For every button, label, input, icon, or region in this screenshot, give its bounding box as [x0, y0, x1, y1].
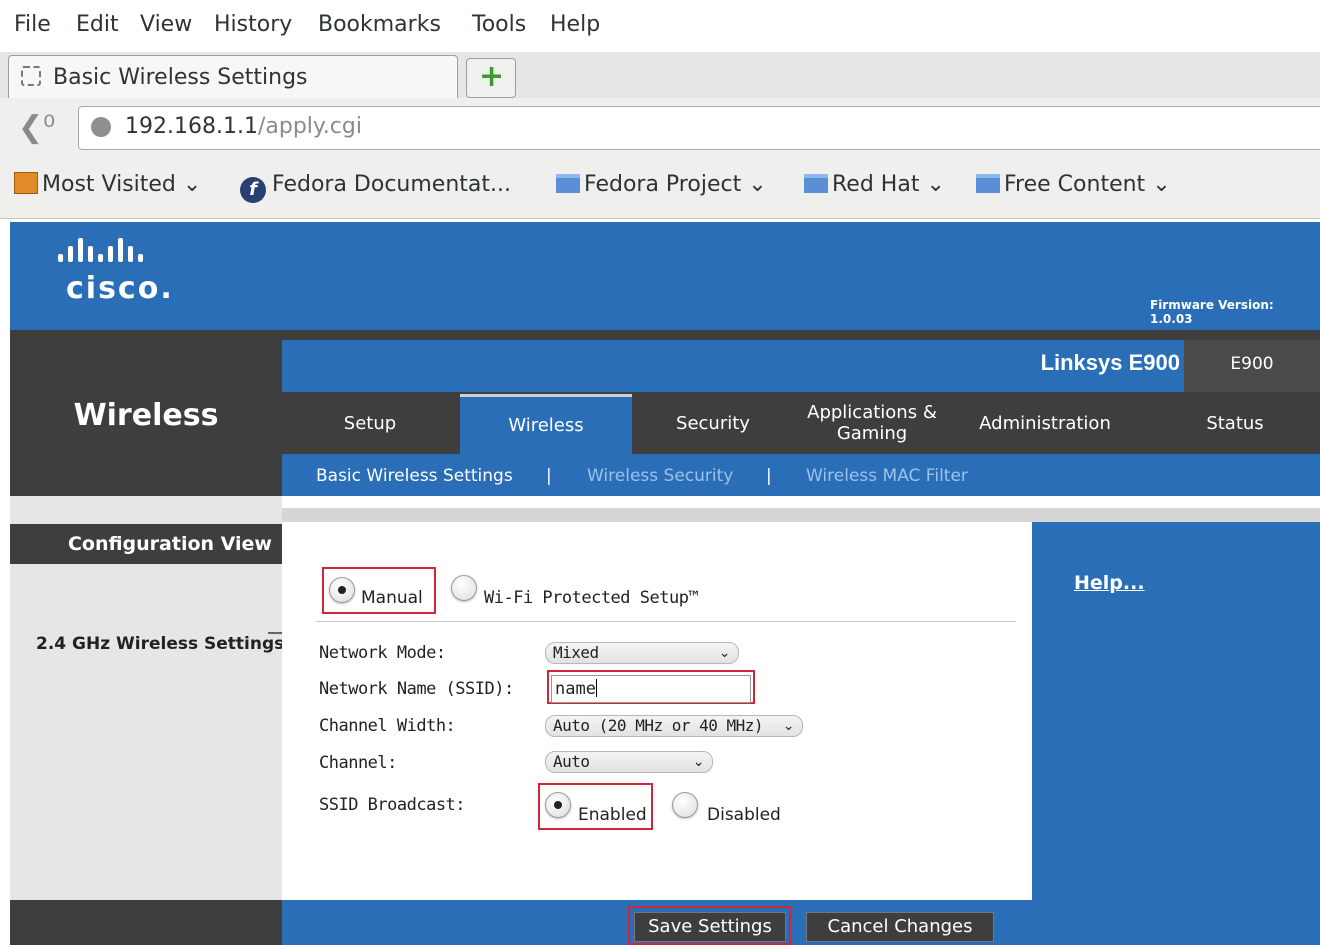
- group-label: 2.4 GHz Wireless Settings: [36, 634, 285, 654]
- group-divider: [268, 632, 282, 634]
- menu-bar: File Edit View History Bookmarks Tools H…: [0, 0, 1320, 52]
- content-top-bar: [282, 508, 1320, 522]
- broadcast-disabled-label: Disabled: [707, 805, 781, 825]
- folder-icon: [556, 174, 580, 193]
- network-mode-label: Network Mode:: [319, 643, 446, 663]
- url-path: /apply.cgi: [257, 114, 362, 139]
- chevron-down-icon: ⌄: [782, 718, 795, 734]
- chevron-down-icon: ⌄: [1152, 172, 1171, 197]
- spacer-left: [10, 496, 282, 522]
- most-visited-icon: [14, 172, 38, 194]
- model-code: E900: [1230, 354, 1274, 374]
- broadcast-enabled-label: Enabled: [578, 805, 647, 825]
- folder-icon: [976, 174, 1000, 193]
- subnav-separator: |: [766, 466, 772, 486]
- help-link[interactable]: Help...: [1074, 572, 1145, 594]
- footer-right: [1032, 900, 1320, 945]
- tab-status[interactable]: Status: [1150, 392, 1320, 454]
- menu-edit[interactable]: Edit: [76, 12, 119, 37]
- bookmark-fedora-project[interactable]: Fedora Project ⌄: [556, 172, 767, 197]
- subnav-separator: |: [546, 466, 552, 486]
- url-host: 192.168.1.1: [125, 114, 258, 139]
- network-mode-select[interactable]: Mixed ⌄: [545, 642, 739, 664]
- wps-label: Wi-Fi Protected Setup™: [484, 588, 699, 608]
- manual-label: Manual: [361, 588, 423, 608]
- chevron-down-icon: ⌄: [748, 172, 767, 197]
- tab-wireless[interactable]: Wireless: [460, 394, 632, 454]
- firmware-version: Firmware Version: 1.0.03: [1150, 298, 1274, 326]
- tab-applications-gaming[interactable]: Applications & Gaming: [794, 392, 950, 454]
- bookmark-label: Most Visited: [42, 172, 176, 197]
- text-caret: [595, 679, 597, 697]
- browser-tab[interactable]: Basic Wireless Settings: [8, 55, 458, 98]
- settings-sidebar: [10, 522, 282, 900]
- bookmark-label: Fedora Documentat...: [272, 172, 511, 197]
- manual-radio[interactable]: [329, 577, 355, 603]
- menu-tools[interactable]: Tools: [472, 12, 526, 37]
- channel-select[interactable]: Auto ⌄: [545, 751, 713, 773]
- url-text: 192.168.1.1/apply.cgi: [125, 114, 362, 139]
- back-button[interactable]: ❮⁰: [14, 108, 64, 150]
- tab-setup[interactable]: Setup: [282, 392, 458, 454]
- channel-value: Auto: [553, 752, 590, 771]
- header-divider: [282, 330, 1320, 340]
- bookmark-most-visited[interactable]: Most Visited ⌄: [14, 172, 201, 197]
- tab-administration[interactable]: Administration: [950, 392, 1140, 454]
- url-bar[interactable]: 192.168.1.1/apply.cgi: [78, 106, 1320, 150]
- menu-bookmarks[interactable]: Bookmarks: [318, 12, 441, 37]
- cisco-logo-text: cisco.: [66, 271, 174, 306]
- model-code-box: E900: [1184, 340, 1320, 392]
- ssid-label: Network Name (SSID):: [319, 679, 514, 699]
- bookmark-label: Red Hat: [832, 172, 920, 197]
- globe-icon: [91, 117, 111, 137]
- cancel-changes-button[interactable]: Cancel Changes: [806, 912, 994, 942]
- bookmark-red-hat[interactable]: Red Hat ⌄: [804, 172, 945, 197]
- wps-radio[interactable]: [451, 575, 477, 601]
- model-name: Linksys E900: [1040, 350, 1180, 375]
- radio-dot-icon: [554, 801, 562, 809]
- tab-title: Basic Wireless Settings: [53, 65, 308, 90]
- channel-width-select[interactable]: Auto (20 MHz or 40 MHz) ⌄: [545, 715, 803, 737]
- fedora-icon: f: [240, 177, 266, 203]
- broadcast-disabled-radio[interactable]: [672, 792, 698, 818]
- subnav-wireless-security[interactable]: Wireless Security: [587, 466, 733, 486]
- channel-width-label: Channel Width:: [319, 716, 456, 736]
- plus-icon: +: [479, 59, 505, 94]
- menu-help[interactable]: Help: [550, 12, 600, 37]
- ssid-input[interactable]: name: [551, 675, 751, 703]
- subnav-basic-wireless-settings[interactable]: Basic Wireless Settings: [316, 466, 513, 486]
- chevron-down-icon: ⌄: [692, 754, 705, 770]
- network-mode-value: Mixed: [553, 643, 599, 662]
- menu-view[interactable]: View: [140, 12, 192, 37]
- broadcast-enabled-radio[interactable]: [545, 792, 571, 818]
- save-settings-button[interactable]: Save Settings: [634, 912, 786, 942]
- channel-width-value: Auto (20 MHz or 40 MHz): [553, 716, 764, 735]
- form-divider: [316, 621, 1016, 622]
- bookmark-label: Fedora Project: [584, 172, 742, 197]
- bookmark-label: Free Content: [1004, 172, 1146, 197]
- back-arrow-icon: ❮⁰: [18, 110, 56, 145]
- ssid-value: name: [555, 679, 596, 699]
- configuration-view-header: Configuration View: [10, 524, 282, 564]
- router-header: [10, 222, 1320, 330]
- radio-dot-icon: [338, 586, 346, 594]
- tab-security[interactable]: Security: [632, 392, 794, 454]
- bookmark-fedora-docs[interactable]: f Fedora Documentat...: [240, 172, 511, 203]
- page-icon: [21, 66, 41, 86]
- chevron-down-icon: ⌄: [926, 172, 945, 197]
- chevron-down-icon: ⌄: [182, 172, 202, 197]
- bookmark-free-content[interactable]: Free Content ⌄: [976, 172, 1171, 197]
- footer-left: [10, 900, 282, 945]
- ssid-broadcast-label: SSID Broadcast:: [319, 795, 466, 815]
- channel-label: Channel:: [319, 753, 397, 773]
- chevron-down-icon: ⌄: [718, 645, 731, 661]
- subnav-wireless-mac-filter[interactable]: Wireless MAC Filter: [806, 466, 968, 486]
- new-tab-button[interactable]: +: [466, 58, 516, 98]
- menu-file[interactable]: File: [14, 12, 51, 37]
- section-title: Wireless: [73, 398, 219, 433]
- folder-icon: [804, 174, 828, 193]
- configuration-view-label: Configuration View: [67, 533, 272, 555]
- menu-history[interactable]: History: [214, 12, 292, 37]
